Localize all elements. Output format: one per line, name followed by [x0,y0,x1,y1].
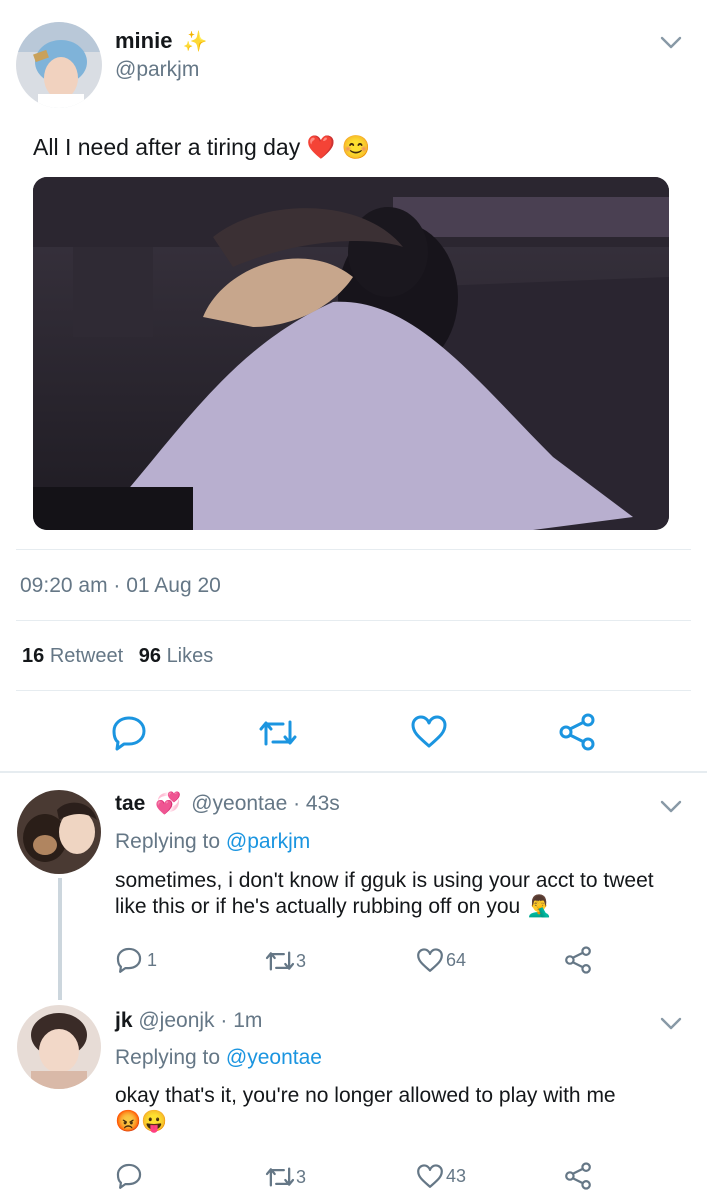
display-name[interactable]: tae [115,792,145,815]
heart-icon [416,947,444,974]
tweet-stats: 16 Retweet 96 Likes [22,645,213,668]
reply-icon [115,946,143,974]
reply-time[interactable]: · 43s [293,792,340,815]
reply-text: sometimes, i don't know if gguk is using… [115,869,654,918]
retweet-count: 3 [296,1166,307,1187]
heart-emoji: ❤️ [306,134,336,160]
divider [16,549,691,550]
retweet-action[interactable]: 3 [264,1164,306,1190]
retweet-icon [264,948,296,974]
hearts-emoji: 💞 [155,792,182,815]
tweet-media-image[interactable] [33,177,669,530]
retweet-icon [264,1164,296,1190]
divider [16,690,691,691]
heart-icon[interactable] [410,714,448,750]
replying-label: Replying to [115,830,221,853]
heart-icon [416,1163,444,1190]
facepalm-emoji: 🤦‍♂️ [526,895,553,918]
retweet-count[interactable]: 16 Retweet [22,645,123,667]
display-name[interactable]: minie [115,28,172,53]
reply-icon[interactable] [115,1162,143,1190]
tweet-timestamp[interactable]: 09:20 am · 01 Aug 20 [20,574,221,598]
like-count: 64 [446,950,467,970]
tongue-emoji: 😛 [141,1110,168,1133]
like-count: 43 [446,1166,467,1186]
avatar[interactable] [16,22,102,108]
share-icon[interactable] [564,946,592,974]
reply-action[interactable]: 1 [115,946,157,974]
chevron-down-icon[interactable] [660,1017,682,1031]
replying-to-link[interactable]: @yeontae [226,1046,322,1069]
thread-line [58,878,62,1000]
chevron-down-icon[interactable] [660,36,682,50]
retweet-icon[interactable] [257,716,299,750]
smiling-emoji: 😊 [341,134,371,160]
like-action[interactable]: 43 [416,1163,466,1190]
display-name[interactable]: jk [115,1009,133,1032]
reply-icon[interactable] [110,714,148,752]
replying-label: Replying to [115,1046,221,1069]
share-icon[interactable] [564,1162,592,1190]
angry-emoji: 😡 [115,1110,142,1133]
share-icon[interactable] [558,713,596,751]
divider [0,771,707,773]
user-handle[interactable]: @jeonjk [138,1009,214,1032]
replying-to-link[interactable]: @parkjm [226,830,310,853]
reply-count: 1 [147,949,158,970]
like-count[interactable]: 96 Likes [139,645,214,667]
reply-text: okay that's it, you're no longer allowed… [115,1084,616,1107]
user-handle[interactable]: @yeontae [191,792,287,815]
tweet-text: All I need after a tiring day [33,134,301,160]
reply-time[interactable]: · 1m [220,1009,262,1032]
chevron-down-icon[interactable] [660,800,682,814]
retweet-count: 3 [296,950,307,971]
retweet-action[interactable]: 3 [264,948,306,974]
avatar[interactable] [17,790,101,874]
like-action[interactable]: 64 [416,947,466,974]
sparkles-emoji: ✨ [182,31,208,53]
avatar[interactable] [17,1005,101,1089]
user-handle[interactable]: @parkjm [115,58,199,82]
divider [16,620,691,621]
